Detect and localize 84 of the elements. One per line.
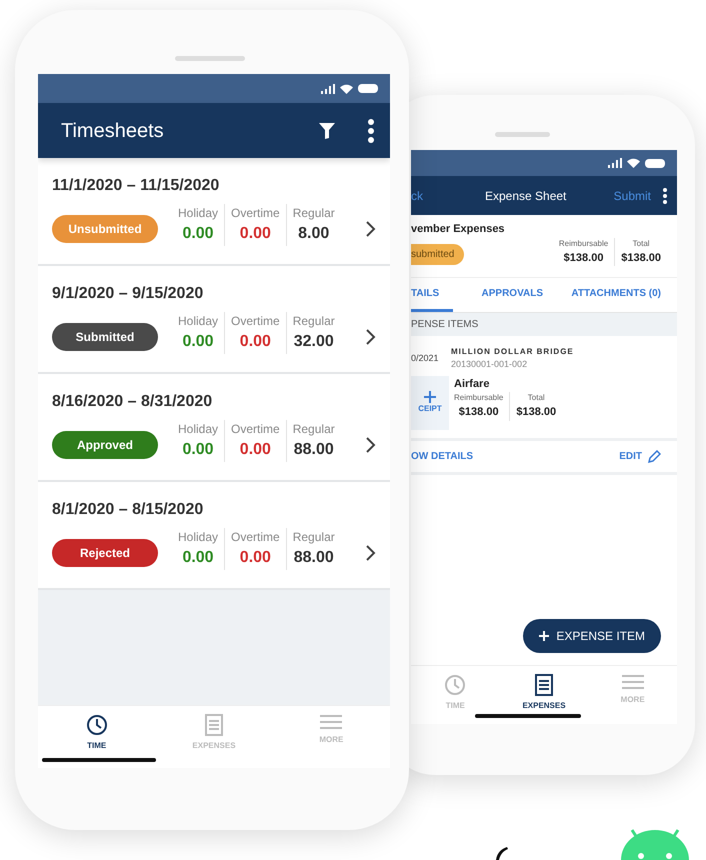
period-text: 8/1/2020 – 8/15/2020 <box>52 500 204 520</box>
stat-label: Regular <box>292 529 335 546</box>
nav-tab[interactable]: TIME <box>38 706 156 768</box>
status-badge: Submitted <box>52 323 158 351</box>
section-header: PENSE ITEMS <box>411 313 677 336</box>
wifi-icon <box>627 158 640 168</box>
timesheet-row[interactable]: 11/1/2020 – 11/15/2020 Unsubmitted Holiday 0.00 Overtime 0.00 Regular 8.00 <box>38 158 390 266</box>
category-text: Airfare <box>454 376 490 392</box>
sheet-name: vember Expenses <box>411 222 506 237</box>
amount-label: Total <box>632 238 651 250</box>
stat-label: Holiday <box>178 313 218 330</box>
tab[interactable]: APPROVALS <box>482 278 544 312</box>
stat-value: 0.00 <box>238 440 272 460</box>
filter-icon[interactable] <box>319 122 335 138</box>
signal-icon <box>608 158 622 168</box>
project-code: 20130001-001-002 <box>451 358 528 371</box>
stat-value: 0.00 <box>181 548 215 568</box>
chevron-right-icon <box>366 545 376 561</box>
pencil-icon <box>648 450 661 462</box>
stat-value: 8.00 <box>297 224 330 244</box>
battery-icon <box>645 158 665 168</box>
stat-value: 0.00 <box>181 224 215 244</box>
chevron-right-icon <box>366 329 376 345</box>
stat-value: 88.00 <box>292 548 335 568</box>
signal-icon <box>321 84 335 94</box>
amount-value: $138.00 <box>516 405 556 420</box>
amount-label: Total <box>526 392 546 404</box>
show-details-link[interactable]: OW DETAILS <box>411 448 474 464</box>
menu-icon <box>320 714 342 730</box>
stat-value: 88.00 <box>292 440 335 460</box>
timesheet-row[interactable]: 8/16/2020 – 8/31/2020 Approved Holiday 0.00 Overtime 0.00 Regular 88.00 <box>38 374 390 482</box>
period-text: 9/1/2020 – 9/15/2020 <box>52 284 204 304</box>
period-text: 11/1/2020 – 11/15/2020 <box>52 176 220 196</box>
add-receipt-button[interactable]: CEIPT <box>411 376 449 430</box>
stat-label: Regular <box>292 313 335 330</box>
amount-value: $138.00 <box>562 250 604 266</box>
stat-label: Overtime <box>231 205 280 222</box>
document-icon <box>204 714 223 736</box>
stat-value: 32.00 <box>292 332 335 352</box>
status-badge: Approved <box>52 431 158 459</box>
document-icon <box>535 674 553 696</box>
add-expense-item-button[interactable]: EXPENSE ITEM <box>523 619 661 653</box>
stat-value: 0.00 <box>181 440 215 460</box>
wifi-icon <box>340 84 353 94</box>
stat-label: Overtime <box>231 313 280 330</box>
clock-icon <box>86 714 108 736</box>
status-badge: Unsubmitted <box>52 215 158 243</box>
battery-icon <box>358 84 378 93</box>
menu-icon <box>622 674 644 690</box>
stat-label: Holiday <box>178 205 218 222</box>
amount-label: Reimbursable <box>558 238 608 250</box>
clock-icon <box>444 674 466 696</box>
amount-value: $138.00 <box>458 405 500 420</box>
stat-value: 0.00 <box>238 332 272 352</box>
stat-label: Overtime <box>231 421 280 438</box>
tab[interactable]: ATTACHMENTS (0) <box>571 278 661 312</box>
amount-value: $138.00 <box>621 250 661 266</box>
screen-title: Expense Sheet <box>485 188 566 204</box>
amount-label: Reimbursable <box>454 392 504 404</box>
more-icon[interactable] <box>368 118 374 142</box>
stat-value: 0.00 <box>238 548 272 568</box>
project-name: MILLION DOLLAR BRIDGE <box>451 346 574 358</box>
back-link[interactable]: ck <box>411 186 423 204</box>
timesheet-row[interactable]: 9/1/2020 – 9/15/2020 Submitted Holiday 0.00 Overtime 0.00 Regular 32.00 <box>38 266 390 374</box>
plus-icon <box>424 390 436 402</box>
stat-label: Overtime <box>231 529 280 546</box>
status-badge: Rejected <box>52 539 158 567</box>
date-text: 0/2021 <box>411 352 440 365</box>
submit-link[interactable]: Submit <box>614 186 651 204</box>
period-text: 8/16/2020 – 8/31/2020 <box>52 392 214 412</box>
stat-label: Holiday <box>178 421 218 438</box>
stat-label: Regular <box>292 205 335 222</box>
nav-tab[interactable]: EXPENSES <box>500 666 588 724</box>
edit-button[interactable]: EDIT <box>619 448 661 464</box>
plus-icon <box>539 631 550 641</box>
chevron-right-icon <box>366 221 376 237</box>
screen-title: Timesheets <box>61 118 164 144</box>
stat-value: 0.00 <box>238 224 272 244</box>
stat-value: 0.00 <box>181 332 215 352</box>
more-icon[interactable] <box>663 188 667 204</box>
stat-label: Regular <box>292 421 335 438</box>
chevron-right-icon <box>366 437 376 453</box>
stat-label: Holiday <box>178 529 218 546</box>
status-badge: submitted <box>411 244 464 266</box>
